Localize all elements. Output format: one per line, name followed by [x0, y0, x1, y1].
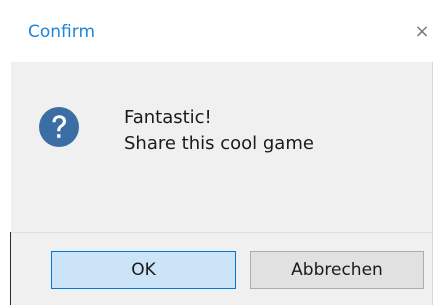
message-text: Fantastic! Share this cool game [124, 105, 314, 157]
question-icon [39, 107, 79, 147]
close-icon[interactable]: × [411, 18, 433, 44]
question-icon-graphic [39, 107, 79, 147]
dialog-content: Fantastic! Share this cool game [11, 62, 433, 232]
dialog-footer: OK Abbrechen [11, 232, 433, 305]
message-line-2: Share this cool game [124, 133, 314, 154]
message-line-1: Fantastic! [124, 107, 212, 128]
confirm-dialog: Confirm × Fantastic! Share this cool gam… [0, 0, 433, 305]
title-bar: Confirm × [11, 0, 433, 62]
cancel-button[interactable]: Abbrechen [250, 251, 424, 289]
ok-button[interactable]: OK [51, 251, 236, 289]
window-left-edge-bottom [0, 232, 11, 305]
dialog-title: Confirm [28, 22, 96, 42]
